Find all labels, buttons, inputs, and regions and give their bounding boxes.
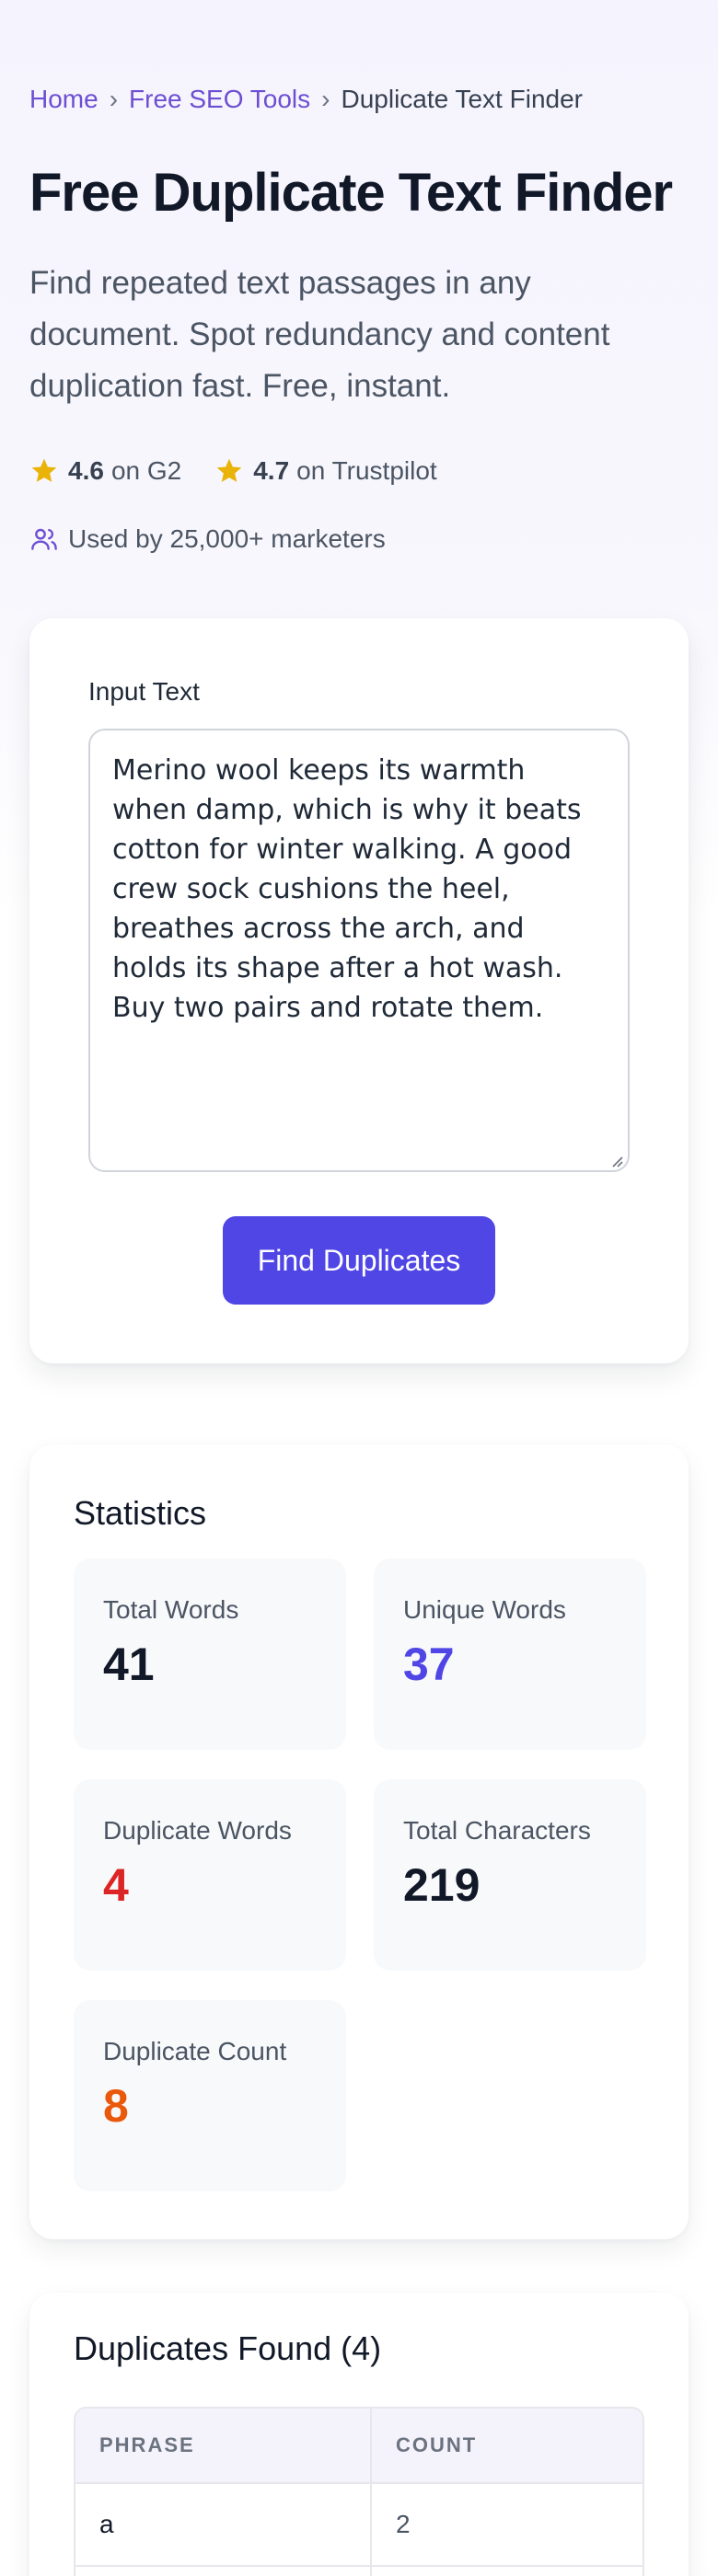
page: Home › Free SEO Tools › Duplicate Text F… xyxy=(0,0,718,2576)
stat-duplicate-words: Duplicate Words 4 xyxy=(74,1779,346,1971)
count-cell xyxy=(372,2567,643,2576)
rating-score: 4.7 xyxy=(253,456,290,485)
find-duplicates-button[interactable]: Find Duplicates xyxy=(223,1216,495,1305)
user-count: Used by 25,000+ marketers xyxy=(29,524,386,554)
rating-source: on G2 xyxy=(110,456,182,485)
rating-g2: 4.6 on G2 xyxy=(29,456,181,486)
breadcrumb-tools-link[interactable]: Free SEO Tools xyxy=(129,85,310,114)
input-textarea[interactable]: Merino wool keeps its warmth when damp, … xyxy=(88,729,630,1172)
user-count-text: Used by 25,000+ marketers xyxy=(68,524,386,553)
breadcrumb: Home › Free SEO Tools › Duplicate Text F… xyxy=(29,85,583,114)
table-header: PHRASE COUNT xyxy=(75,2409,643,2484)
stat-total-characters: Total Characters 219 xyxy=(374,1779,646,1971)
page-subtitle: Find repeated text passages in any docum… xyxy=(29,265,610,404)
duplicates-card: Duplicates Found (4) PHRASE COUNT a 2 xyxy=(29,2293,689,2576)
stat-duplicate-count: Duplicate Count 8 xyxy=(74,2000,346,2191)
breadcrumb-separator: › xyxy=(321,85,330,113)
statistics-title: Statistics xyxy=(74,1494,207,1532)
breadcrumb-home-link[interactable]: Home xyxy=(29,85,98,114)
stat-label: Total Words xyxy=(103,1595,239,1624)
statistics-card: Statistics Total Words 41 Unique Words 3… xyxy=(29,1444,689,2239)
breadcrumb-current: Duplicate Text Finder xyxy=(341,85,583,113)
rating-source: on Trustpilot xyxy=(296,456,437,485)
star-icon xyxy=(31,458,57,482)
stat-value: 41 xyxy=(103,1639,155,1690)
duplicates-title: Duplicates Found (4) xyxy=(74,2329,382,2367)
count-cell: 2 xyxy=(396,2510,411,2538)
phrase-cell: a xyxy=(75,2484,372,2565)
column-header-phrase[interactable]: PHRASE xyxy=(75,2409,372,2482)
page-title: Free Duplicate Text Finder xyxy=(29,163,673,223)
ratings: 4.6 on G2 4.7 on Trustpilot xyxy=(29,456,470,486)
stat-value: 37 xyxy=(403,1639,455,1690)
users-icon xyxy=(31,528,57,550)
input-card: Input Text Merino wool keeps its warmth … xyxy=(29,618,689,1363)
stat-unique-words: Unique Words 37 xyxy=(374,1558,646,1750)
stat-label: Total Characters xyxy=(403,1816,591,1845)
stat-label: Duplicate Count xyxy=(103,2037,287,2065)
stat-value: 219 xyxy=(403,1859,481,1911)
table-row xyxy=(75,2567,643,2576)
breadcrumb-separator: › xyxy=(109,85,119,113)
column-header-count[interactable]: COUNT xyxy=(372,2409,643,2482)
input-label: Input Text xyxy=(88,677,200,706)
stat-total-words: Total Words 41 xyxy=(74,1558,346,1750)
rating-trustpilot: 4.7 on Trustpilot xyxy=(214,456,437,486)
stat-label: Duplicate Words xyxy=(103,1816,292,1845)
resize-handle-icon[interactable] xyxy=(608,1152,624,1168)
star-icon xyxy=(216,458,242,482)
table-row: a 2 xyxy=(75,2484,643,2567)
stat-value: 4 xyxy=(103,1859,129,1911)
stat-value: 8 xyxy=(103,2080,129,2132)
phrase-cell xyxy=(75,2567,372,2576)
stat-label: Unique Words xyxy=(403,1595,566,1624)
rating-score: 4.6 xyxy=(68,456,104,485)
duplicates-table: PHRASE COUNT a 2 xyxy=(74,2407,644,2576)
